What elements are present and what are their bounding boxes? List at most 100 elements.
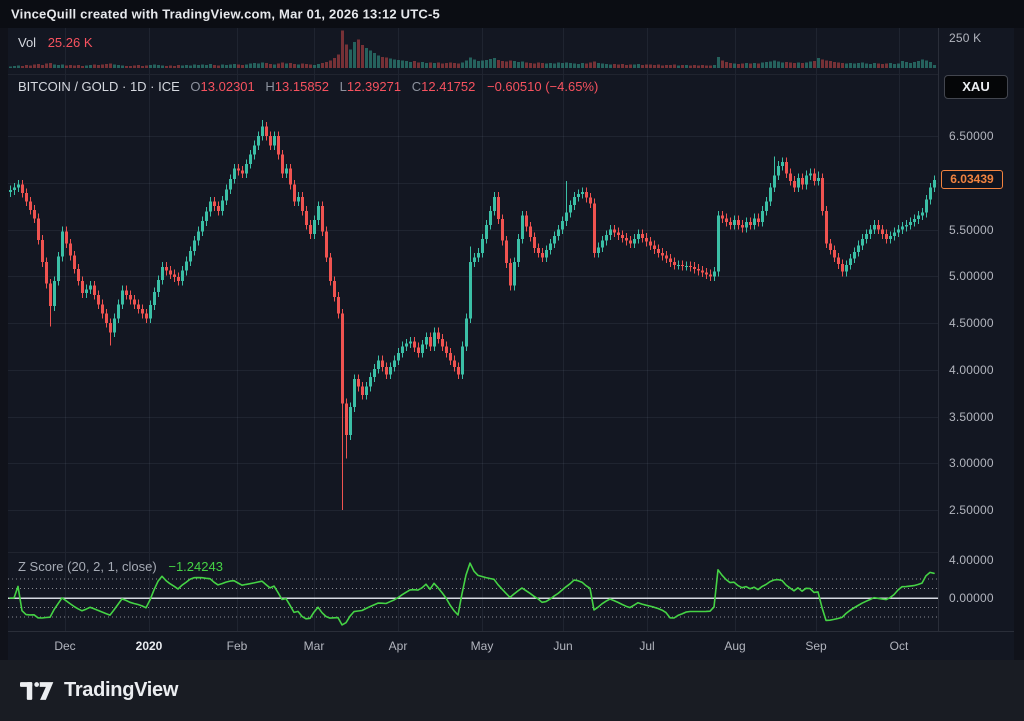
volume-bar — [733, 63, 736, 68]
volume-bar — [721, 61, 724, 69]
volume-bar — [789, 63, 792, 69]
candle-body — [561, 221, 564, 229]
volume-bar — [105, 64, 108, 68]
volume-bar — [145, 65, 148, 68]
candle-body — [101, 304, 104, 313]
volume-bar — [573, 63, 576, 68]
candle-body — [49, 284, 52, 306]
candle-body — [157, 280, 160, 292]
volume-bar — [65, 65, 68, 68]
candle-body — [121, 290, 124, 304]
candle-body — [541, 253, 544, 258]
volume-bar — [437, 63, 440, 69]
volume-bar — [265, 63, 268, 68]
volume-bar — [181, 66, 184, 69]
candle-body — [521, 215, 524, 238]
volume-bar — [293, 64, 296, 68]
pane-separator-zscore[interactable] — [8, 552, 1014, 553]
volume-bar — [13, 66, 16, 68]
candle-body — [105, 314, 108, 323]
volume-bar — [641, 65, 644, 68]
candle-body — [41, 240, 44, 262]
candle-body — [881, 230, 884, 235]
ohlc-open-value: 13.02301 — [201, 79, 255, 94]
volume-bar — [381, 57, 384, 68]
pane-separator-volume[interactable] — [8, 74, 1014, 75]
volume-bar — [633, 65, 636, 69]
volume-bar — [141, 66, 144, 68]
volume-bar — [709, 65, 712, 68]
volume-bar — [473, 59, 476, 68]
candle-body — [501, 219, 504, 241]
candle-body — [373, 369, 376, 377]
volume-bar — [925, 61, 928, 69]
volume-bar — [21, 66, 24, 68]
candle-body — [245, 164, 248, 173]
volume-bar — [897, 63, 900, 68]
volume-bar — [305, 64, 308, 68]
volume-bar — [929, 62, 932, 68]
chart-canvas[interactable] — [8, 28, 938, 631]
volume-bar — [805, 62, 808, 68]
volume-bar — [169, 65, 172, 68]
zscore-legend[interactable]: Z Score (20, 2, 1, close) −1.24243 — [18, 559, 223, 574]
candle-body — [857, 245, 860, 252]
candle-body — [625, 238, 628, 241]
candle-body — [461, 346, 464, 374]
volume-bar — [713, 65, 716, 68]
volume-bar — [101, 65, 104, 69]
candle-body — [389, 367, 392, 374]
volume-bar — [869, 64, 872, 68]
candle-body — [57, 257, 60, 281]
volume-bar — [385, 57, 388, 68]
candle-body — [309, 225, 312, 234]
volume-bar — [333, 58, 336, 68]
volume-bar — [441, 63, 444, 68]
volume-bar — [585, 64, 588, 69]
candle-body — [249, 155, 252, 164]
volume-bar — [737, 64, 740, 68]
volume-bar — [453, 63, 456, 68]
candle-body — [757, 218, 760, 222]
volume-bar — [45, 63, 48, 68]
candle-body — [117, 304, 120, 318]
symbol-legend[interactable]: BITCOIN / GOLD · 1D · ICE O13.02301 H13.… — [18, 79, 598, 94]
price-scale[interactable]: XAU 6.03439 250 K6.500005.500005.000004.… — [938, 28, 1014, 631]
volume-bar — [665, 65, 668, 68]
candle-body — [793, 181, 796, 188]
tradingview-logo-icon — [20, 678, 54, 704]
candle-body — [393, 360, 396, 367]
candle-body — [753, 218, 756, 225]
volume-bar — [513, 61, 516, 68]
ohlc-close-key: C — [412, 79, 421, 94]
candle-body — [553, 236, 556, 243]
tradingview-logo[interactable]: TradingView — [20, 678, 178, 704]
candle-body — [297, 197, 300, 202]
currency-badge[interactable]: XAU — [944, 75, 1008, 99]
volume-bar — [445, 63, 448, 68]
candle-body — [409, 342, 412, 344]
candle-body — [149, 305, 152, 318]
candle-body — [301, 197, 304, 211]
candle-body — [549, 244, 552, 251]
volume-bar — [669, 65, 672, 68]
volume-legend[interactable]: Vol 25.26 K — [18, 35, 93, 50]
candle-body — [869, 230, 872, 235]
volume-bar — [241, 65, 244, 68]
candle-body — [773, 175, 776, 187]
volume-bar — [581, 63, 584, 68]
volume-bar — [189, 65, 192, 68]
candle-body — [109, 323, 112, 332]
candle-body — [697, 269, 700, 271]
candle-body — [233, 169, 236, 179]
volume-bar — [533, 63, 536, 68]
time-scale[interactable]: Dec2020FebMarAprMayJunJulAugSepOct — [8, 631, 1014, 660]
volume-bar — [689, 65, 692, 68]
volume-bar — [361, 45, 364, 68]
candle-body — [629, 241, 632, 244]
chart-widget: Vol 25.26 K BITCOIN / GOLD · 1D · ICE O1… — [8, 28, 1014, 660]
volume-bar — [485, 60, 488, 68]
volume-bar — [397, 60, 400, 68]
candle-body — [769, 187, 772, 201]
volume-bar — [921, 59, 924, 68]
